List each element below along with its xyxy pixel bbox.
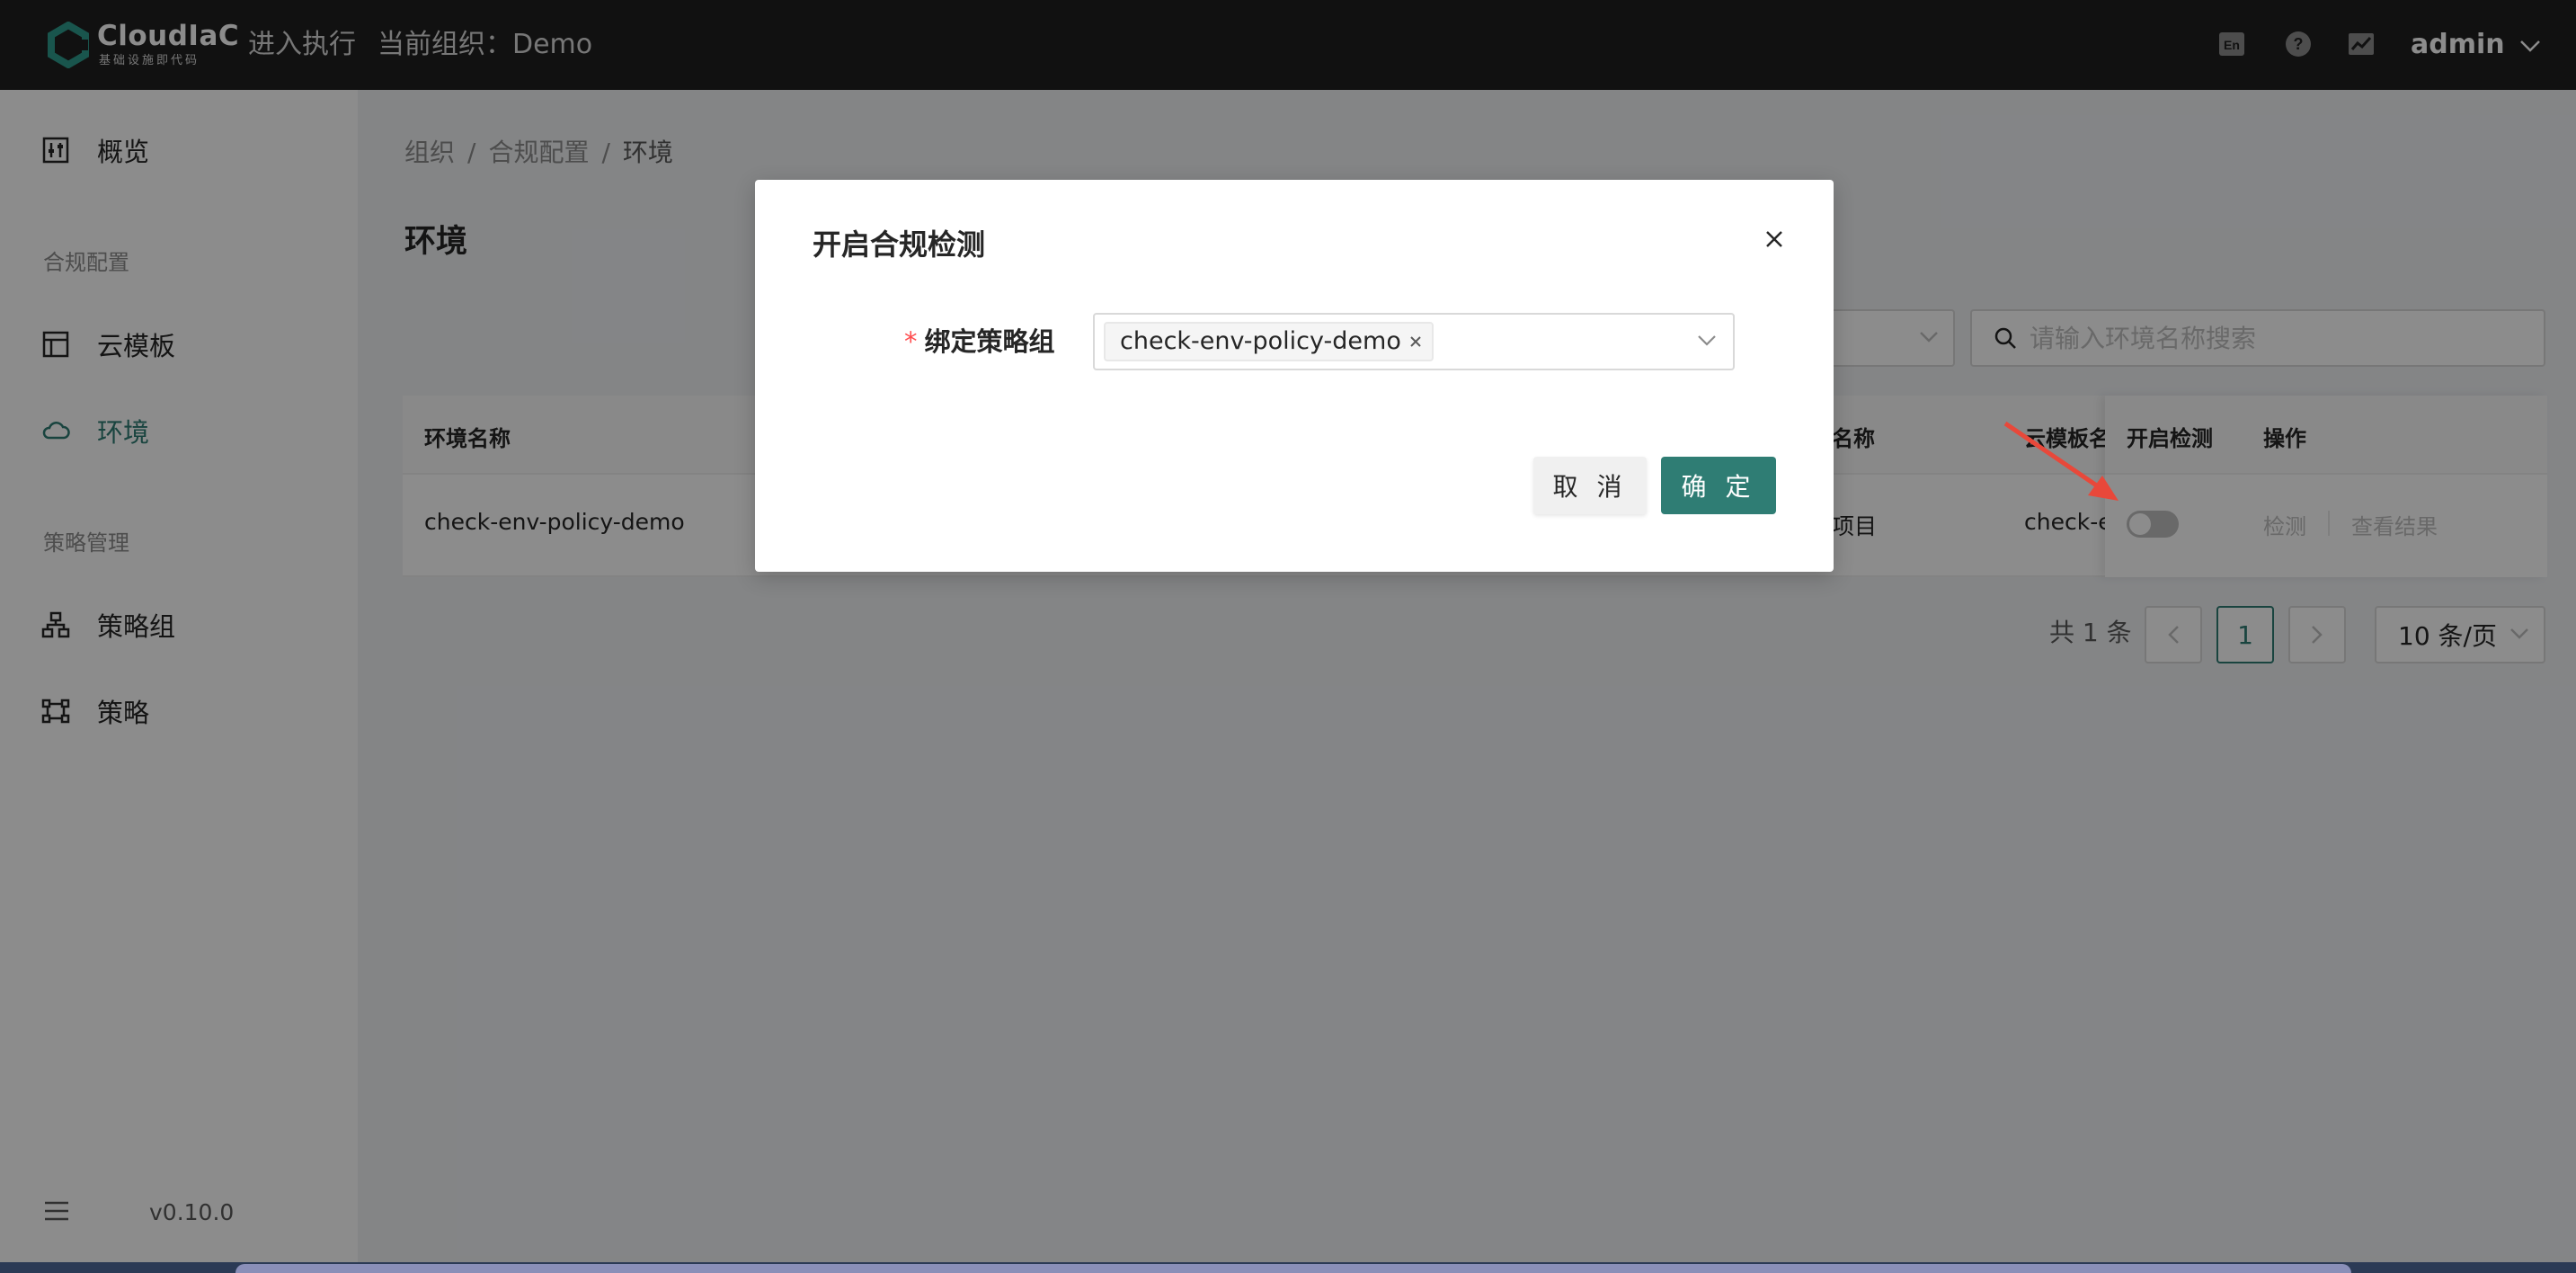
selected-policy-tag-text: check-env-policy-demo <box>1120 327 1401 355</box>
os-dock-strip <box>0 1262 2576 1273</box>
close-button[interactable] <box>1758 223 1790 255</box>
chevron-down-icon <box>1698 335 1716 346</box>
close-icon <box>1766 231 1782 247</box>
required-mark: * <box>904 326 918 357</box>
annotation-arrow-icon <box>2003 421 2119 501</box>
policy-group-label-text: 绑定策略组 <box>924 326 1055 357</box>
policy-group-select[interactable]: check-env-policy-demo <box>1093 313 1735 370</box>
tag-remove-icon[interactable] <box>1408 334 1423 349</box>
cancel-button[interactable]: 取 消 <box>1533 457 1647 514</box>
enable-compliance-modal: 开启合规检测 * 绑定策略组 check-env-policy-demo 取 消 … <box>755 180 1834 572</box>
selected-policy-tag: check-env-policy-demo <box>1104 322 1434 361</box>
policy-group-label: * 绑定策略组 <box>904 324 1055 360</box>
modal-title: 开启合规检测 <box>813 227 986 262</box>
confirm-button[interactable]: 确 定 <box>1661 457 1776 514</box>
